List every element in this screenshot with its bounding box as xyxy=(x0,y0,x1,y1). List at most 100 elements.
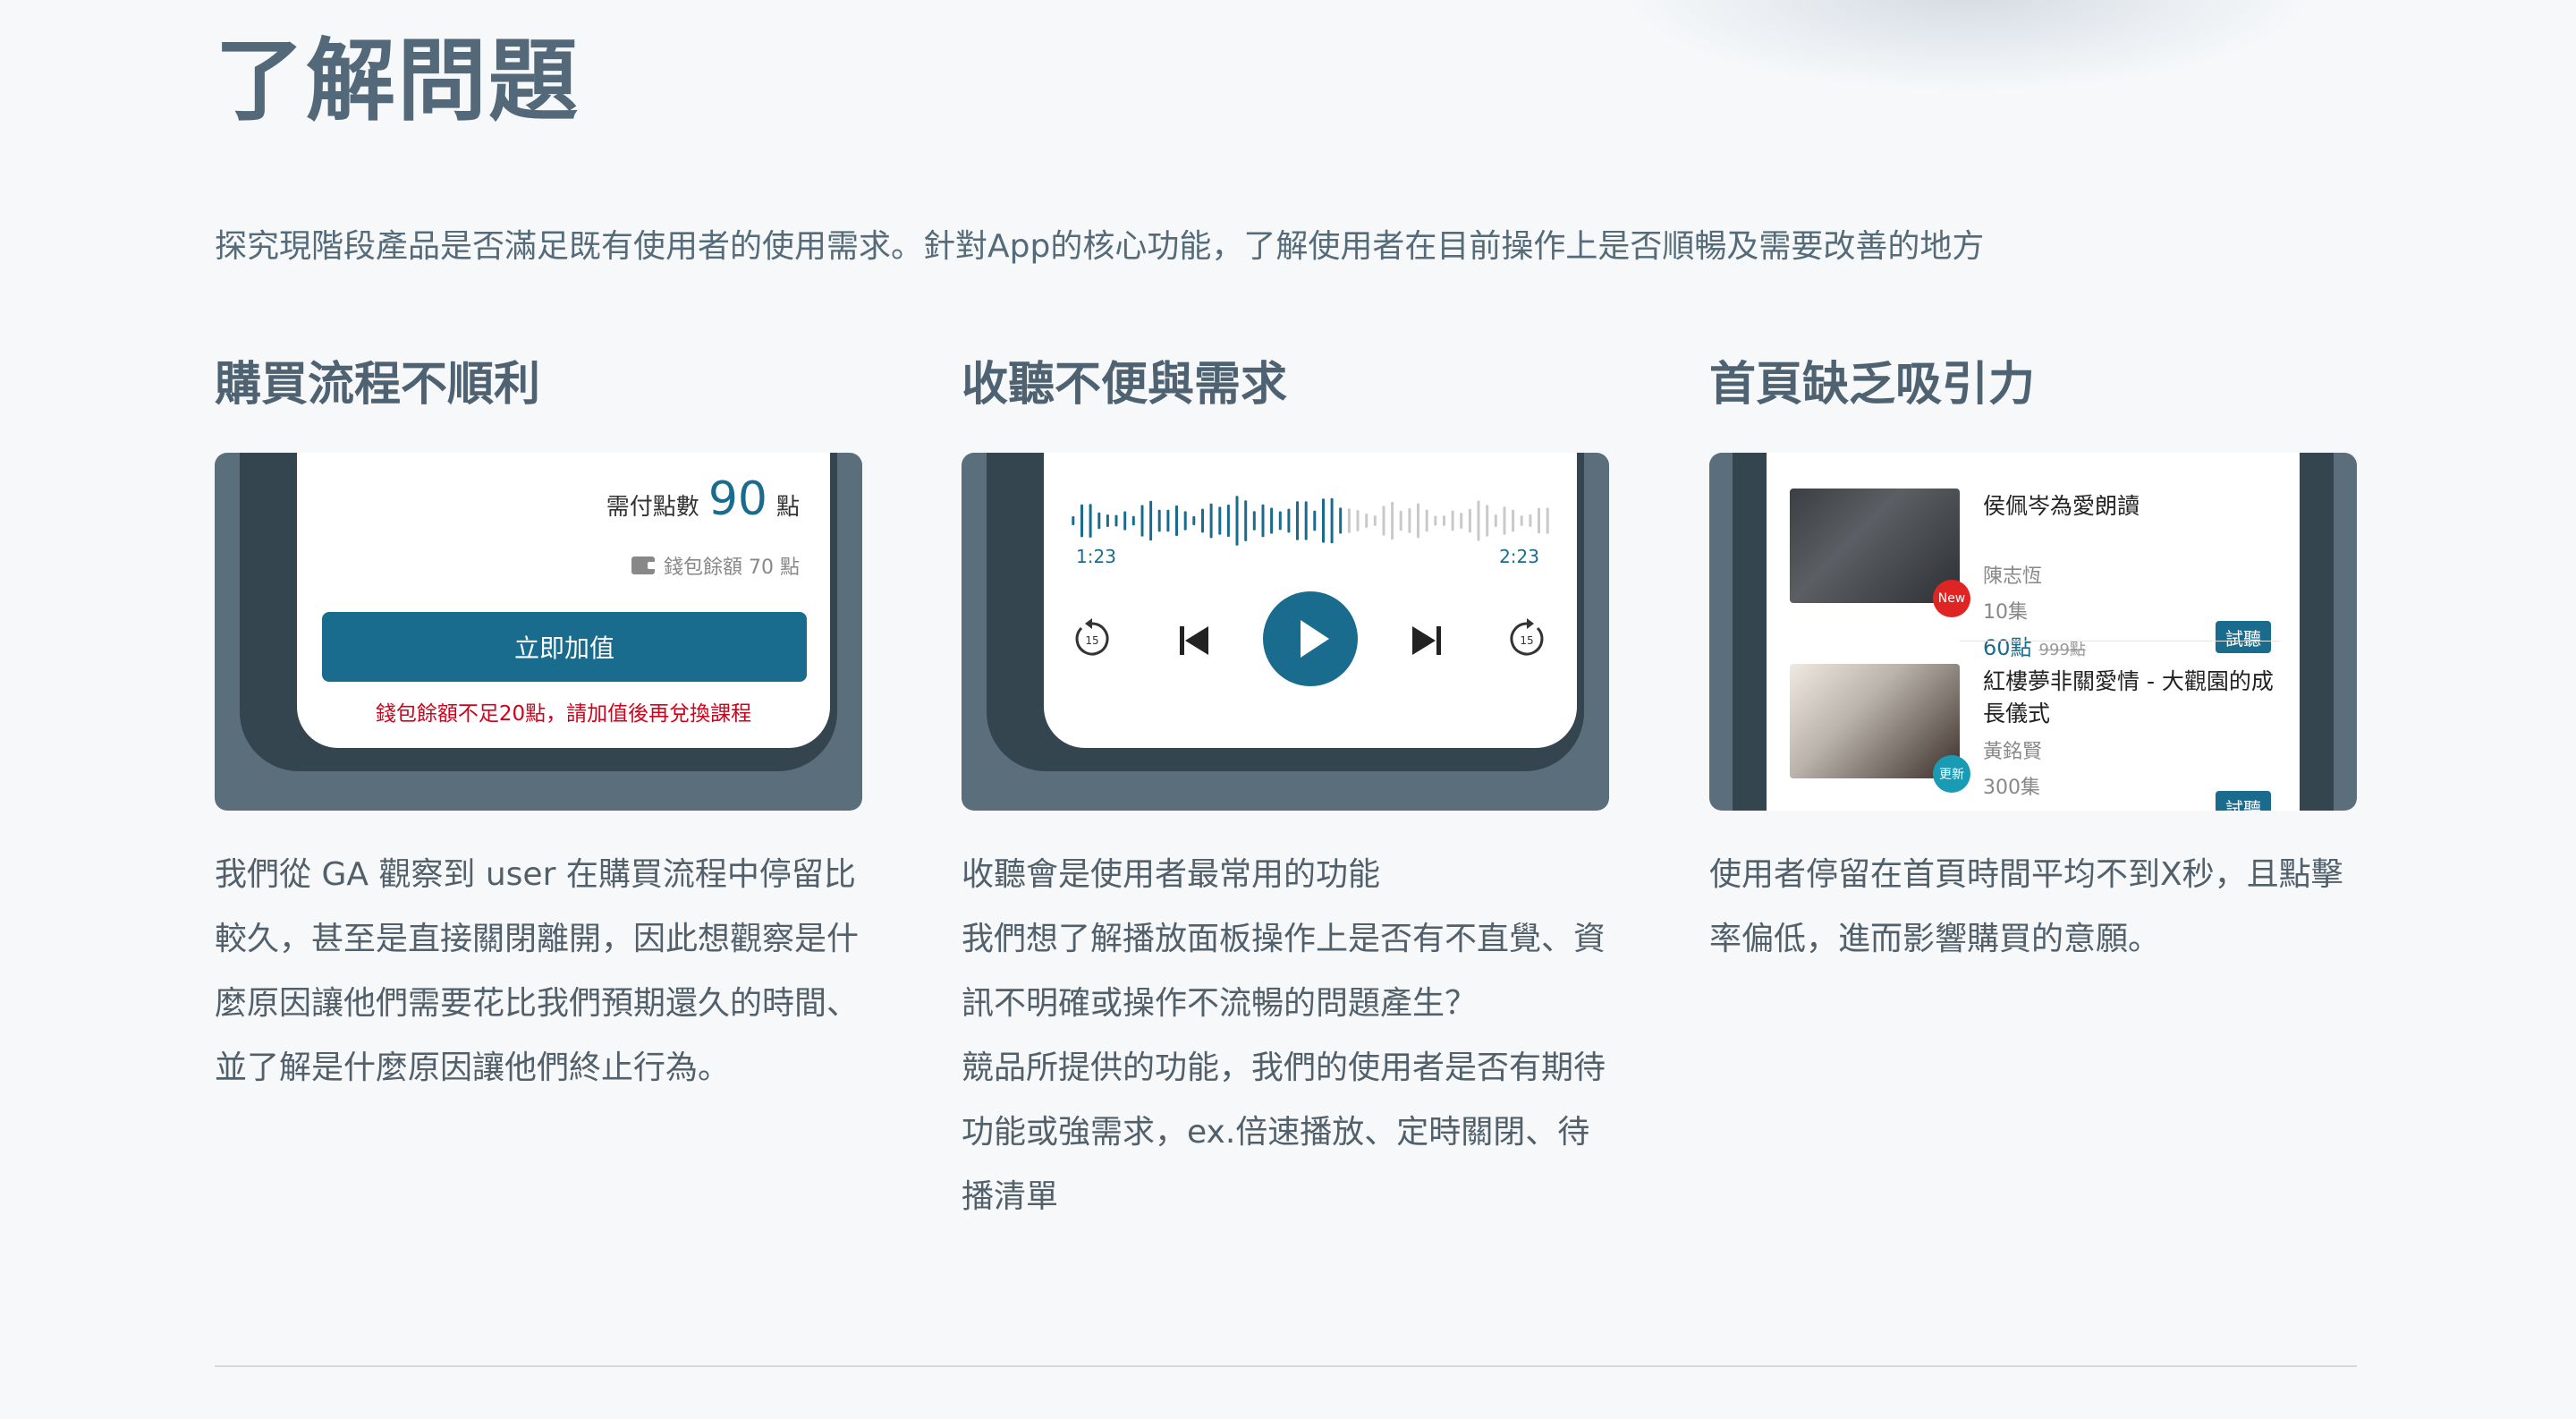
course-item[interactable]: New 侯佩岑為愛朗讀 陳志恆 10集 60點 999點 試聽 xyxy=(1790,489,2291,660)
pay-value: 90 xyxy=(708,472,767,526)
course-title: 紅樓夢非關愛情 - 大觀園的成長儀式 xyxy=(1983,668,2274,726)
waveform-bar xyxy=(1072,516,1075,525)
waveform-bar xyxy=(1399,510,1402,531)
player-card-image: 1:23 2:23 15 15 xyxy=(962,453,1609,811)
wallet-balance-row: 錢包餘額 70 點 xyxy=(631,551,800,580)
topup-button[interactable]: 立即加值 xyxy=(322,612,807,682)
update-badge: 更新 xyxy=(1933,755,1970,793)
course-author: 陳志恆 xyxy=(1983,565,2043,588)
waveform-bar xyxy=(1235,496,1239,546)
course-item[interactable]: 更新 紅樓夢非關愛情 - 大觀園的成長儀式 黃銘賢 300集 試聽 xyxy=(1790,664,2291,811)
waveform-bar xyxy=(1520,515,1523,526)
waveform-bar xyxy=(1494,514,1497,527)
section-heading: 首頁缺乏吸引力 xyxy=(1709,358,2036,412)
waveform-bar xyxy=(1477,500,1480,541)
decorative-glow xyxy=(1628,0,2308,89)
waveform-bar xyxy=(1365,514,1368,528)
section-description: 收聽會是使用者最常用的功能 我們想了解播放面板操作上是否有不直覺、資訊不明確或操… xyxy=(962,843,1609,1229)
waveform-bar xyxy=(1347,508,1351,533)
description-line: 收聽會是使用者最常用的功能 xyxy=(962,856,1381,893)
waveform-bar xyxy=(1278,511,1282,531)
waveform-bar xyxy=(1252,511,1256,531)
pay-points-row: 需付點數 90 點 xyxy=(606,472,800,526)
waveform-bar xyxy=(1382,506,1385,536)
course-price: 60點 xyxy=(1983,635,2032,660)
phone-screen: New 侯佩岑為愛朗讀 陳志恆 10集 60點 999點 試聽 更新 紅樓夢非關愛… xyxy=(1767,453,2300,811)
course-title: 侯佩岑為愛朗讀 xyxy=(1983,493,2140,519)
waveform-bar xyxy=(1183,511,1187,531)
wallet-icon xyxy=(631,557,657,574)
waveform-bar xyxy=(1270,507,1274,534)
waveform-bar xyxy=(1373,515,1377,526)
waveform-bar xyxy=(1391,502,1394,540)
waveform-bar xyxy=(1451,510,1454,531)
course-episodes: 10集 xyxy=(1983,601,2028,624)
rewind-15-icon[interactable]: 15 xyxy=(1069,616,1115,662)
course-thumbnail xyxy=(1790,489,1960,603)
skip-next-icon[interactable] xyxy=(1409,623,1445,659)
audio-waveform[interactable] xyxy=(1069,494,1552,548)
try-listen-button[interactable]: 試聽 xyxy=(2216,791,2271,811)
waveform-bar xyxy=(1304,501,1308,540)
waveform-bar xyxy=(1089,504,1092,538)
waveform-bar xyxy=(1244,500,1248,541)
waveform-bar xyxy=(1330,497,1334,544)
section-heading: 收聽不便與需求 xyxy=(962,358,1288,412)
waveform-bar xyxy=(1209,503,1213,539)
forward-15-icon[interactable]: 15 xyxy=(1504,616,1550,662)
try-listen-button[interactable]: 試聽 xyxy=(2216,621,2271,653)
waveform-bar xyxy=(1417,503,1419,539)
waveform-bar xyxy=(1287,508,1291,533)
purchase-flow-section: 購買流程不順利 需付點數 90 點 錢包餘額 70 點 立即加值 錢包餘額不足2… xyxy=(215,349,862,1100)
waveform-bar xyxy=(1296,501,1299,540)
pay-label: 需付點數 xyxy=(606,494,699,521)
waveform-bar xyxy=(1261,504,1265,538)
waveform-bar xyxy=(1460,513,1463,529)
waveform-bar xyxy=(1468,508,1471,533)
list-divider xyxy=(1960,641,2280,642)
phone-edge-left xyxy=(1733,453,1767,811)
wallet-balance-text: 錢包餘額 70 點 xyxy=(664,557,800,579)
skip-previous-icon[interactable] xyxy=(1176,623,1212,659)
section-heading: 購買流程不順利 xyxy=(215,358,541,412)
course-episodes: 300集 xyxy=(1983,777,2040,799)
waveform-bar xyxy=(1434,515,1437,526)
phone-screen: 需付點數 90 點 錢包餘額 70 點 立即加值 錢包餘額不足20點，請加值後再… xyxy=(297,453,830,748)
waveform-bar xyxy=(1313,510,1317,531)
pay-unit: 點 xyxy=(775,494,800,521)
phone-edge-right xyxy=(2300,453,2334,811)
waveform-bar xyxy=(1538,507,1540,534)
waveform-bar xyxy=(1123,511,1127,531)
waveform-bar xyxy=(1546,507,1549,534)
waveform-bar xyxy=(1166,509,1170,532)
new-badge: New xyxy=(1933,580,1970,617)
waveform-bar xyxy=(1097,512,1101,530)
waveform-bar xyxy=(1443,515,1445,526)
phone-screen: 1:23 2:23 15 15 xyxy=(1044,453,1577,748)
forward-seconds: 15 xyxy=(1520,634,1533,647)
course-thumbnail xyxy=(1790,664,1960,778)
time-total: 2:23 xyxy=(1499,546,1539,567)
insufficient-balance-warning: 錢包餘額不足20點，請加值後再兌換課程 xyxy=(375,702,752,726)
purchase-card-image: 需付點數 90 點 錢包餘額 70 點 立即加值 錢包餘額不足20點，請加值後再… xyxy=(215,453,862,811)
waveform-bar xyxy=(1080,504,1083,538)
waveform-bar xyxy=(1175,505,1178,536)
waveform-bar xyxy=(1149,500,1153,541)
section-description: 使用者停留在首頁時間平均不到X秒，且點擊率偏低，進而影響購買的意願。 xyxy=(1709,856,2343,957)
waveform-bar xyxy=(1486,505,1489,537)
description-line: 競品所提供的功能，我們的使用者是否有期待功能或強需求，ex.倍速播放、定時關閉、… xyxy=(962,1049,1606,1215)
waveform-bar xyxy=(1503,506,1506,535)
footer-divider xyxy=(215,1365,2357,1367)
waveform-bar xyxy=(1408,508,1411,533)
course-price-row: 60點 999點 xyxy=(1983,630,2086,661)
waveform-bar xyxy=(1201,508,1204,533)
waveform-bar xyxy=(1356,510,1360,531)
play-button[interactable] xyxy=(1263,591,1358,686)
waveform-bar xyxy=(1157,509,1161,532)
intro-text: 探究現階段產品是否滿足既有使用者的使用需求。針對App的核心功能，了解使用者在目… xyxy=(215,228,1985,265)
time-elapsed: 1:23 xyxy=(1076,546,1116,567)
phone-frame: 需付點數 90 點 錢包餘額 70 點 立即加值 錢包餘額不足20點，請加值後再… xyxy=(240,453,837,771)
rewind-seconds: 15 xyxy=(1085,634,1098,647)
waveform-bar xyxy=(1140,505,1144,537)
page-title: 了解問題 xyxy=(215,29,580,133)
